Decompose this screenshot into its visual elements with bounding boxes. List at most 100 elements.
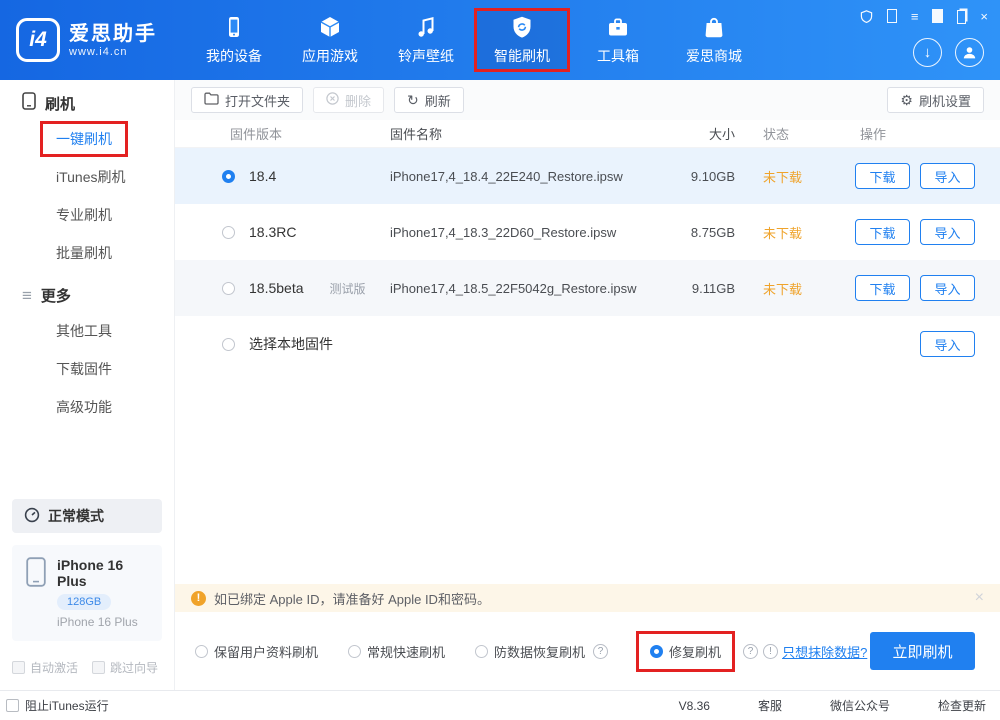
sidebar-item-download-firmware[interactable]: 下载固件 bbox=[0, 350, 174, 388]
import-button[interactable]: 导入 bbox=[920, 275, 975, 301]
customer-service-link[interactable]: 客服 bbox=[758, 697, 782, 714]
option-regular-fast-flash[interactable]: 常规快速刷机 bbox=[348, 642, 445, 661]
download-status: 未下载 bbox=[735, 279, 810, 298]
download-status: 未下载 bbox=[735, 167, 810, 186]
maximize-icon[interactable] bbox=[957, 9, 966, 23]
phone-icon bbox=[22, 92, 36, 114]
gear-icon: ⚙ bbox=[900, 93, 913, 107]
nav-toolbox[interactable]: 工具箱 bbox=[570, 0, 666, 80]
shopping-bag-icon bbox=[702, 14, 726, 40]
open-folder-button[interactable]: 打开文件夹 bbox=[191, 87, 303, 113]
music-note-icon bbox=[414, 14, 438, 40]
import-button[interactable]: 导入 bbox=[920, 219, 975, 245]
download-button[interactable]: 下载 bbox=[855, 275, 910, 301]
sidebar-item-itunes-flash[interactable]: iTunes刷机 bbox=[0, 158, 174, 196]
option-repair-flash[interactable]: 修复刷机 bbox=[636, 631, 735, 672]
app-window: i4 爱思助手 www.i4.cn 我的设备 应用游戏 bbox=[0, 0, 1000, 720]
option-keep-user-data[interactable]: 保留用户资料刷机 bbox=[195, 642, 318, 661]
nav-label: 我的设备 bbox=[206, 46, 262, 66]
connected-device-card[interactable]: iPhone 16 Plus 128GB iPhone 16 Plus bbox=[12, 545, 162, 641]
flash-mode-options: 保留用户资料刷机 常规快速刷机 防数据恢复刷机 ? 修复刷机 ? ! 只想抹除数… bbox=[175, 612, 1000, 690]
iphone-icon bbox=[26, 557, 46, 629]
delete-button[interactable]: 删除 bbox=[313, 87, 384, 113]
nav-label: 工具箱 bbox=[597, 46, 639, 66]
help-icon[interactable]: ? bbox=[743, 644, 758, 659]
app-url: www.i4.cn bbox=[69, 46, 157, 58]
check-update-link[interactable]: 检查更新 bbox=[938, 697, 986, 714]
main-content: 打开文件夹 删除 ↻ 刷新 ⚙ 刷机设置 固 bbox=[175, 80, 1000, 690]
mode-gauge-icon bbox=[24, 507, 40, 526]
device-capacity-badge: 128GB bbox=[57, 594, 111, 610]
firmware-version: 18.3RC bbox=[249, 224, 296, 240]
menu-icon[interactable]: ≡ bbox=[911, 9, 919, 23]
help-icon[interactable]: ? bbox=[593, 644, 608, 659]
firmware-radio-selected[interactable] bbox=[222, 170, 235, 183]
apple-id-notice: ! 如已绑定 Apple ID，请准备好 Apple ID和密码。 × bbox=[175, 584, 1000, 612]
firmware-row-local[interactable]: 选择本地固件 导入 bbox=[175, 316, 1000, 372]
device-model: iPhone 16 Plus bbox=[57, 615, 152, 629]
firmware-name: iPhone17,4_18.5_22F5042g_Restore.ipsw bbox=[390, 281, 655, 296]
firmware-name: iPhone17,4_18.4_22E240_Restore.ipsw bbox=[390, 169, 655, 184]
flash-now-button[interactable]: 立即刷机 bbox=[870, 632, 975, 670]
nav-my-devices[interactable]: 我的设备 bbox=[186, 0, 282, 80]
nav-apps-games[interactable]: 应用游戏 bbox=[282, 0, 378, 80]
download-button[interactable]: 下载 bbox=[855, 163, 910, 189]
feedback-icon[interactable] bbox=[860, 9, 873, 23]
firmware-radio[interactable] bbox=[222, 338, 235, 351]
nav-label: 智能刷机 bbox=[494, 46, 550, 66]
user-account-icon[interactable] bbox=[955, 38, 984, 67]
device-name: iPhone 16 Plus bbox=[57, 557, 152, 589]
import-button[interactable]: 导入 bbox=[920, 163, 975, 189]
auto-activate-checkbox[interactable]: 自动激活 bbox=[12, 659, 78, 676]
wechat-official-link[interactable]: 微信公众号 bbox=[830, 697, 890, 714]
sidebar-item-one-click-flash[interactable]: 一键刷机 bbox=[0, 120, 174, 158]
nav-smart-flash[interactable]: 智能刷机 bbox=[474, 8, 570, 72]
header-quick-actions: ↓ bbox=[913, 38, 984, 67]
app-title: 爱思助手 bbox=[69, 22, 157, 46]
toolbox-icon bbox=[606, 14, 630, 40]
sidebar-item-other-tools[interactable]: 其他工具 bbox=[0, 312, 174, 350]
block-itunes-label: 阻止iTunes运行 bbox=[25, 697, 109, 714]
folder-icon bbox=[204, 92, 219, 108]
close-icon[interactable]: × bbox=[980, 9, 988, 23]
firmware-row-18-5beta[interactable]: 18.5beta 测试版 iPhone17,4_18.5_22F5042g_Re… bbox=[175, 260, 1000, 316]
import-button[interactable]: 导入 bbox=[920, 331, 975, 357]
minimize-icon[interactable] bbox=[932, 9, 943, 23]
sidebar-section-more: ≡ 更多 bbox=[0, 278, 174, 312]
sidebar: 刷机 一键刷机 iTunes刷机 专业刷机 批量刷机 ≡ 更多 其他工具 下载固… bbox=[0, 80, 175, 690]
download-manager-icon[interactable]: ↓ bbox=[913, 38, 942, 67]
device-mode-button[interactable]: 正常模式 bbox=[12, 499, 162, 533]
firmware-version: 18.4 bbox=[249, 168, 276, 184]
col-version: 固件版本 bbox=[230, 124, 282, 143]
firmware-radio[interactable] bbox=[222, 282, 235, 295]
sidebar-item-pro-flash[interactable]: 专业刷机 bbox=[0, 196, 174, 234]
flash-settings-button[interactable]: ⚙ 刷机设置 bbox=[887, 87, 984, 113]
col-operations: 操作 bbox=[810, 124, 975, 143]
status-bar: 阻止iTunes运行 V8.36 客服 微信公众号 检查更新 bbox=[0, 690, 1000, 720]
download-button[interactable]: 下载 bbox=[855, 219, 910, 245]
option-anti-data-recovery[interactable]: 防数据恢复刷机 bbox=[475, 642, 585, 661]
info-icon: ! bbox=[763, 644, 778, 659]
block-itunes-checkbox[interactable] bbox=[6, 699, 19, 712]
sidebar-item-batch-flash[interactable]: 批量刷机 bbox=[0, 234, 174, 272]
notice-close-icon[interactable]: × bbox=[975, 589, 984, 607]
firmware-row-18-3rc[interactable]: 18.3RC iPhone17,4_18.3_22D60_Restore.ips… bbox=[175, 204, 1000, 260]
nav-label: 应用游戏 bbox=[302, 46, 358, 66]
sidebar-item-advanced-features[interactable]: 高级功能 bbox=[0, 388, 174, 426]
nav-ringtones-wallpapers[interactable]: 铃声壁纸 bbox=[378, 0, 474, 80]
col-status: 状态 bbox=[735, 124, 810, 143]
nav-i4-store[interactable]: 爱思商城 bbox=[666, 0, 762, 80]
delete-circle-icon bbox=[326, 92, 339, 108]
theme-icon[interactable] bbox=[887, 9, 897, 23]
local-firmware-label: 选择本地固件 bbox=[249, 334, 333, 354]
firmware-radio[interactable] bbox=[222, 226, 235, 239]
header: i4 爱思助手 www.i4.cn 我的设备 应用游戏 bbox=[0, 0, 1000, 80]
app-logo: i4 爱思助手 www.i4.cn bbox=[0, 0, 178, 80]
erase-data-link[interactable]: 只想抹除数据? bbox=[782, 642, 867, 661]
skip-setup-checkbox[interactable]: 跳过向导 bbox=[92, 659, 158, 676]
col-name: 固件名称 bbox=[390, 124, 655, 143]
firmware-version: 18.5beta bbox=[249, 280, 304, 296]
firmware-row-18-4[interactable]: 18.4 iPhone17,4_18.4_22E240_Restore.ipsw… bbox=[175, 148, 1000, 204]
refresh-button[interactable]: ↻ 刷新 bbox=[394, 87, 464, 113]
firmware-size: 9.11GB bbox=[655, 281, 735, 296]
